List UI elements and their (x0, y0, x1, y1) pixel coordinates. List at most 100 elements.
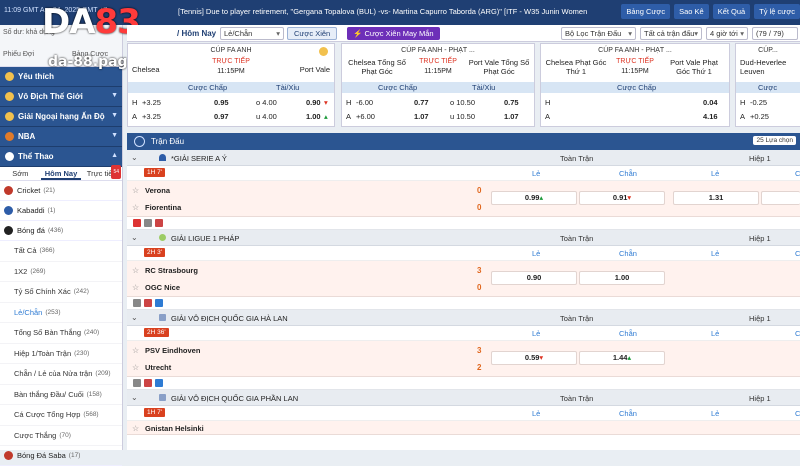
sidebar-item-saba-football[interactable]: Bóng Đá Saba (17) (0, 446, 122, 466)
away-team: Fiorentina (145, 203, 182, 212)
sidebar-section-sports[interactable]: Thể Thao ▲ (0, 147, 122, 167)
chart-icon[interactable] (144, 379, 152, 387)
sidebar-subitem-half-odd-even[interactable]: Chẵn / Lẻ của Nửa trận (209) (0, 364, 122, 385)
sidebar-subitem-odd-even[interactable]: Lẻ/Chẵn (253) (0, 303, 122, 323)
chart-icon[interactable] (144, 299, 152, 307)
match-row: ☆ Verona 0 ☆ Fiorentina 0 0.99▴ 0.91▾ 1.… (127, 181, 800, 217)
star-icon[interactable]: ☆ (132, 186, 139, 195)
card-odds-header: Cược (736, 82, 800, 93)
sidebar-section-nba[interactable]: NBA ▼ (0, 127, 122, 147)
match-row: ☆ RC Strasbourg 3 ☆ OGC Nice 0 0.90 1.00 (127, 261, 800, 297)
waiting-slip-tab[interactable]: Phiếu Đợi (3, 51, 34, 58)
results-button[interactable]: Kết Quả (712, 4, 751, 19)
featured-card[interactable]: CÚP FA ANH - PHẠT ... Chelsea Tổng Số Ph… (341, 43, 535, 127)
stats-icon[interactable] (155, 379, 163, 387)
star-icon[interactable]: ☆ (132, 203, 139, 212)
half-odd-odds-cell[interactable]: 1.31 (673, 191, 759, 205)
tv-icon[interactable] (133, 299, 141, 307)
odds-value[interactable]: 0.75 (504, 98, 519, 107)
odd-odds-cell[interactable]: 0.99▴ (491, 191, 577, 205)
lucky-parlay-button[interactable]: ⚡ Cược Xiên May Mắn (347, 27, 440, 40)
league-header[interactable]: ⌄ GIẢI LIGUE 1 PHÁP Toàn Trận Hiệp 1 (127, 230, 800, 246)
time-range-select[interactable]: 4 giờ tới ▾ (706, 27, 748, 40)
match-row: ☆ Gnistan Helsinki (127, 421, 800, 435)
live-count-badge: 54 (111, 165, 122, 179)
chart-icon[interactable] (155, 219, 163, 227)
match-table-title: Trận Đấu (151, 137, 185, 146)
match-tools (127, 297, 800, 310)
card-odds-row: H 0.04 (545, 98, 718, 107)
home-team: RC Strasbourg (145, 266, 198, 275)
odds-value[interactable]: 0.97 (214, 112, 229, 121)
clock-icon (134, 136, 145, 147)
star-icon[interactable]: ☆ (132, 266, 139, 275)
even-odds-cell[interactable]: 1.00 (579, 271, 665, 285)
sidebar-subitem-mix-parlay[interactable]: Cá Cược Tổng Hợp (568) (0, 405, 122, 426)
odds-value[interactable]: 4.16 (703, 112, 718, 121)
parlay-button[interactable]: Cược Xiên (287, 27, 338, 40)
tv-icon[interactable] (144, 219, 152, 227)
odds-value[interactable]: 1.00 (306, 112, 321, 121)
selection-count[interactable]: 25 Lựa chọn (753, 136, 796, 145)
league-name: GIẢI VÔ ĐỊCH QUỐC GIA PHẦN LAN (171, 394, 299, 403)
featured-card[interactable]: CÚP FA ANH Chelsea Port Vale TRỰC TIẾP 1… (127, 43, 335, 127)
odd-column-label: Lẻ (532, 329, 541, 338)
news-ticker[interactable]: [Tennis] Due to player retirement, "Gerg… (178, 7, 618, 16)
tv-icon[interactable] (133, 379, 141, 387)
even-odds-cell[interactable]: 1.44▴ (579, 351, 665, 365)
odds-value[interactable]: 0.95 (214, 98, 229, 107)
bet-list-button[interactable]: Bảng Cược (621, 4, 671, 19)
sidebar-section-world-cup[interactable]: Vô Địch Thế Giới ▼ (0, 87, 122, 107)
sidebar-item-cricket[interactable]: Cricket (21) (0, 181, 122, 201)
odds-button[interactable]: Tỷ lệ cược (754, 4, 800, 19)
sidebar-subitem-half-full[interactable]: Hiệp 1/Toàn Trận (230) (0, 344, 122, 364)
half-even-odds-cell[interactable] (761, 191, 800, 205)
sidebar-subitem-1x2[interactable]: 1X2 (269) (0, 262, 122, 282)
sidebar-item-kabaddi[interactable]: Kabaddi (1) (0, 201, 122, 221)
cricket-icon (5, 112, 14, 121)
odds-value[interactable]: 0.90 (306, 98, 321, 107)
chevron-down-icon: ▾ (694, 29, 698, 38)
sidebar-subitem-correct-score[interactable]: Tỷ Số Chính Xác (242) (0, 282, 122, 303)
pager[interactable]: (79 / 79) (752, 27, 798, 40)
odds-value[interactable]: 1.07 (504, 112, 519, 121)
league-header[interactable]: ⌄ GIẢI VÔ ĐỊCH QUỐC GIA PHẦN LAN Toàn Tr… (127, 390, 800, 406)
star-icon[interactable]: ☆ (132, 424, 139, 433)
sidebar-item-football[interactable]: Bóng đá (436) (0, 221, 122, 241)
all-matches-select[interactable]: Tất cả trận đấu ▾ (640, 27, 702, 40)
tab-today[interactable]: Hôm Nay (40, 167, 82, 180)
featured-card[interactable]: CÚP... Dud-Heverlee Leuven Cược H -0.25 … (735, 43, 800, 127)
match-table: Trận Đấu 25 Lựa chọn ⌄ *GIẢI SERIE A Ý T… (127, 133, 800, 450)
odds-value[interactable]: 0.04 (703, 98, 718, 107)
featured-card[interactable]: CÚP FA ANH - PHẠT ... Chelsea Phạt Góc T… (540, 43, 730, 127)
odd-odds-cell[interactable]: 0.59▾ (491, 351, 577, 365)
stats-icon[interactable] (133, 219, 141, 227)
star-icon[interactable]: ☆ (132, 363, 139, 372)
match-table-header: Trận Đấu 25 Lựa chọn (127, 133, 800, 150)
chevron-down-icon: ⌄ (131, 313, 138, 322)
featured-matches: CÚP FA ANH Chelsea Port Vale TRỰC TIẾP 1… (127, 43, 800, 128)
league-header[interactable]: ⌄ *GIẢI SERIE A Ý Toàn Trận Hiệp 1 (127, 150, 800, 166)
match-filter-select[interactable]: Bộ Lọc Trận Đấu ▾ (561, 27, 636, 40)
card-time: 11:15PM (424, 68, 452, 75)
sidebar-subitem-outright[interactable]: Cược Thắng (70) (0, 426, 122, 446)
star-icon[interactable]: ☆ (132, 283, 139, 292)
tab-early[interactable]: Sớm (0, 167, 41, 180)
statement-button[interactable]: Sao Kê (674, 4, 709, 19)
sidebar-section-ipl[interactable]: Giải Ngoại hạng Ấn Độ ▼ (0, 107, 122, 127)
odds-value[interactable]: 1.07 (414, 112, 429, 121)
sidebar-subitem-first-last-goal[interactable]: Bàn thắng Đầu/ Cuối (158) (0, 385, 122, 405)
sidebar-subitem-all[interactable]: Tất Cả (366) (0, 241, 122, 262)
sidebar-subitem-total-goals[interactable]: Tổng Số Bàn Thắng (240) (0, 323, 122, 344)
league-header[interactable]: ⌄ GIẢI VÔ ĐỊCH QUỐC GIA HÀ LAN Toàn Trận… (127, 310, 800, 326)
card-odds-row: H +3.25 0.95 o 4.00 0.90 ▾ (132, 98, 328, 107)
odds-value[interactable]: 0.77 (414, 98, 429, 107)
odd-odds-cell[interactable]: 0.90 (491, 271, 577, 285)
stats-icon[interactable] (155, 299, 163, 307)
tab-live[interactable]: Trực tiếp 54 (81, 165, 122, 180)
star-icon[interactable]: ☆ (132, 346, 139, 355)
chevron-down-icon: ▾ (740, 29, 744, 38)
even-odds-cell[interactable]: 0.91▾ (579, 191, 665, 205)
market-select[interactable]: Lẻ/Chẵn ▾ (220, 27, 284, 40)
filter-bar: / Hôm Nay Lẻ/Chẵn ▾ Cược Xiên ⚡ Cược Xiên… (127, 25, 800, 42)
